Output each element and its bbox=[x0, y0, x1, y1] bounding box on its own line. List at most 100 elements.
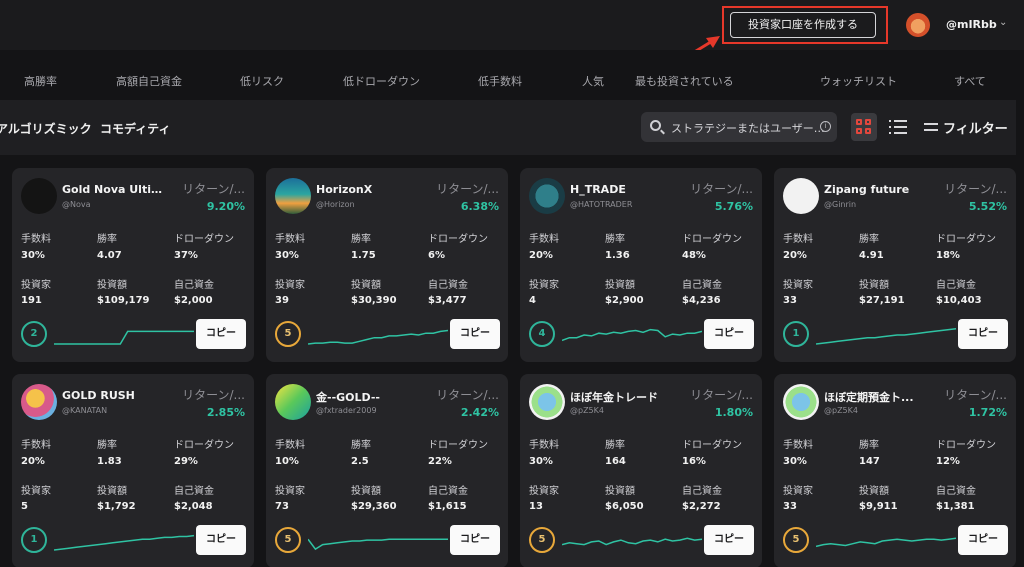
return-label: リターン/... bbox=[944, 388, 1007, 402]
grid-view-icon[interactable] bbox=[851, 113, 877, 141]
invested-value: $109,179 bbox=[97, 295, 150, 306]
strategy-handle: @pZ5K4 bbox=[824, 406, 858, 415]
fee-value: 30% bbox=[529, 456, 553, 467]
win-rate-value: 147 bbox=[859, 456, 880, 467]
search-icon bbox=[650, 120, 661, 131]
filter-icon[interactable] bbox=[924, 121, 938, 133]
strategy-card[interactable]: Gold Nova Ultim... @Nova リターン/... 9.20% … bbox=[12, 168, 254, 362]
strategy-avatar bbox=[275, 178, 311, 214]
risk-rank-badge: 5 bbox=[783, 527, 809, 553]
copy-button[interactable]: コピー bbox=[704, 319, 754, 349]
own-funds-label: 自己資金 bbox=[682, 486, 722, 497]
drawdown-label: ドローダウン bbox=[936, 234, 996, 245]
create-investor-account-button[interactable]: 投資家口座を作成する bbox=[730, 12, 876, 38]
copy-button[interactable]: コピー bbox=[196, 525, 246, 555]
strategy-name[interactable]: Zipang future bbox=[824, 183, 928, 196]
strategy-handle: @Horizon bbox=[316, 200, 355, 209]
tab-algorithmic[interactable]: アルゴリズミック bbox=[0, 120, 92, 137]
strategy-name[interactable]: GOLD RUSH bbox=[62, 389, 166, 402]
investors-label: 投資家 bbox=[529, 486, 559, 497]
tab-low-risk[interactable]: 低リスク bbox=[240, 73, 284, 89]
return-label: リターン/... bbox=[690, 388, 753, 402]
copy-button[interactable]: コピー bbox=[704, 525, 754, 555]
invested-label: 投資額 bbox=[859, 486, 889, 497]
strategy-name[interactable]: H_TRADE bbox=[570, 183, 674, 196]
strategy-handle: @fxtrader2009 bbox=[316, 406, 377, 415]
chevron-down-icon[interactable]: ⌄ bbox=[999, 17, 1007, 28]
own-funds-label: 自己資金 bbox=[174, 280, 214, 291]
return-value: 5.76% bbox=[714, 200, 753, 213]
strategy-name[interactable]: HorizonX bbox=[316, 183, 420, 196]
performance-sparkline bbox=[308, 329, 448, 345]
return-value: 1.80% bbox=[714, 406, 753, 419]
strategy-handle: @Ginrin bbox=[824, 200, 857, 209]
performance-sparkline bbox=[54, 534, 194, 551]
win-rate-label: 勝率 bbox=[351, 234, 371, 245]
copy-button[interactable]: コピー bbox=[450, 319, 500, 349]
fee-label: 手数料 bbox=[783, 440, 813, 451]
search-placeholder: ストラテジーまたはユーザー… bbox=[671, 122, 825, 135]
strategy-name[interactable]: 金--GOLD-- bbox=[316, 389, 420, 405]
risk-rank-badge: 5 bbox=[275, 527, 301, 553]
tab-watchlist[interactable]: ウォッチリスト bbox=[820, 73, 897, 89]
investors-value: 39 bbox=[275, 295, 289, 306]
own-funds-value: $2,000 bbox=[174, 295, 213, 306]
copy-button[interactable]: コピー bbox=[196, 319, 246, 349]
win-rate-label: 勝率 bbox=[859, 234, 879, 245]
strategy-handle: @HATOTRADER bbox=[570, 200, 633, 209]
return-value: 2.42% bbox=[460, 406, 499, 419]
filter-button[interactable]: フィルター bbox=[943, 118, 1008, 137]
return-label: リターン/... bbox=[690, 182, 753, 196]
strategy-name[interactable]: Gold Nova Ultim... bbox=[62, 183, 166, 196]
performance-sparkline bbox=[562, 537, 702, 546]
invested-value: $30,390 bbox=[351, 295, 397, 306]
username[interactable]: @mIRbb bbox=[946, 18, 997, 31]
tab-low-drawdown[interactable]: 低ドローダウン bbox=[343, 73, 420, 89]
tab-all[interactable]: すべて bbox=[954, 73, 986, 89]
fee-label: 手数料 bbox=[275, 234, 305, 245]
drawdown-value: 37% bbox=[174, 250, 198, 261]
strategy-name[interactable]: ほぼ定期預金ト... bbox=[824, 389, 928, 405]
copy-button[interactable]: コピー bbox=[958, 525, 1008, 555]
strategy-name[interactable]: ほぼ年金トレード bbox=[570, 389, 674, 405]
fee-value: 20% bbox=[21, 456, 45, 467]
risk-rank-badge: 5 bbox=[275, 321, 301, 347]
tab-low-fee[interactable]: 低手数料 bbox=[478, 73, 522, 89]
strategy-card[interactable]: ほぼ年金トレード @pZ5K4 リターン/... 1.80% 手数料 勝率 ドロ… bbox=[520, 374, 762, 567]
strategy-card[interactable]: H_TRADE @HATOTRADER リターン/... 5.76% 手数料 勝… bbox=[520, 168, 762, 362]
return-value: 1.72% bbox=[968, 406, 1007, 419]
tab-high-win-rate[interactable]: 高勝率 bbox=[24, 73, 57, 89]
risk-rank-badge: 2 bbox=[21, 321, 47, 347]
search-input[interactable]: ストラテジーまたはユーザー… i bbox=[641, 112, 837, 142]
copy-button[interactable]: コピー bbox=[450, 525, 500, 555]
own-funds-value: $3,477 bbox=[428, 295, 467, 306]
tab-commodity[interactable]: コモディティ bbox=[100, 120, 170, 137]
fee-label: 手数料 bbox=[529, 234, 559, 245]
strategy-card[interactable]: Zipang future @Ginrin リターン/... 5.52% 手数料… bbox=[774, 168, 1016, 362]
investors-label: 投資家 bbox=[21, 280, 51, 291]
strategy-card[interactable]: 金--GOLD-- @fxtrader2009 リターン/... 2.42% 手… bbox=[266, 374, 508, 567]
list-view-icon[interactable] bbox=[889, 120, 907, 134]
investors-value: 33 bbox=[783, 501, 797, 512]
strategy-card[interactable]: ほぼ定期預金ト... @pZ5K4 リターン/... 1.72% 手数料 勝率 … bbox=[774, 374, 1016, 567]
strategy-card[interactable]: GOLD RUSH @KANATAN リターン/... 2.85% 手数料 勝率… bbox=[12, 374, 254, 567]
investors-label: 投資家 bbox=[783, 486, 813, 497]
tab-popular[interactable]: 人気 bbox=[582, 73, 604, 89]
strategy-card[interactable]: HorizonX @Horizon リターン/... 6.38% 手数料 勝率 … bbox=[266, 168, 508, 362]
strategy-avatar bbox=[275, 384, 311, 420]
tab-high-own-funds[interactable]: 高額自己資金 bbox=[116, 73, 182, 89]
user-avatar[interactable] bbox=[906, 13, 930, 37]
risk-rank-badge: 5 bbox=[529, 527, 555, 553]
drawdown-label: ドローダウン bbox=[428, 440, 488, 451]
investors-value: 33 bbox=[783, 295, 797, 306]
return-label: リターン/... bbox=[182, 388, 245, 402]
strategy-handle: @KANATAN bbox=[62, 406, 108, 415]
copy-button[interactable]: コピー bbox=[958, 319, 1008, 349]
investors-value: 13 bbox=[529, 501, 543, 512]
return-label: リターン/... bbox=[182, 182, 245, 196]
drawdown-value: 18% bbox=[936, 250, 960, 261]
tab-most-invested[interactable]: 最も投資されている bbox=[635, 73, 734, 89]
info-icon[interactable]: i bbox=[820, 121, 831, 132]
drawdown-label: ドローダウン bbox=[682, 440, 742, 451]
drawdown-value: 29% bbox=[174, 456, 198, 467]
